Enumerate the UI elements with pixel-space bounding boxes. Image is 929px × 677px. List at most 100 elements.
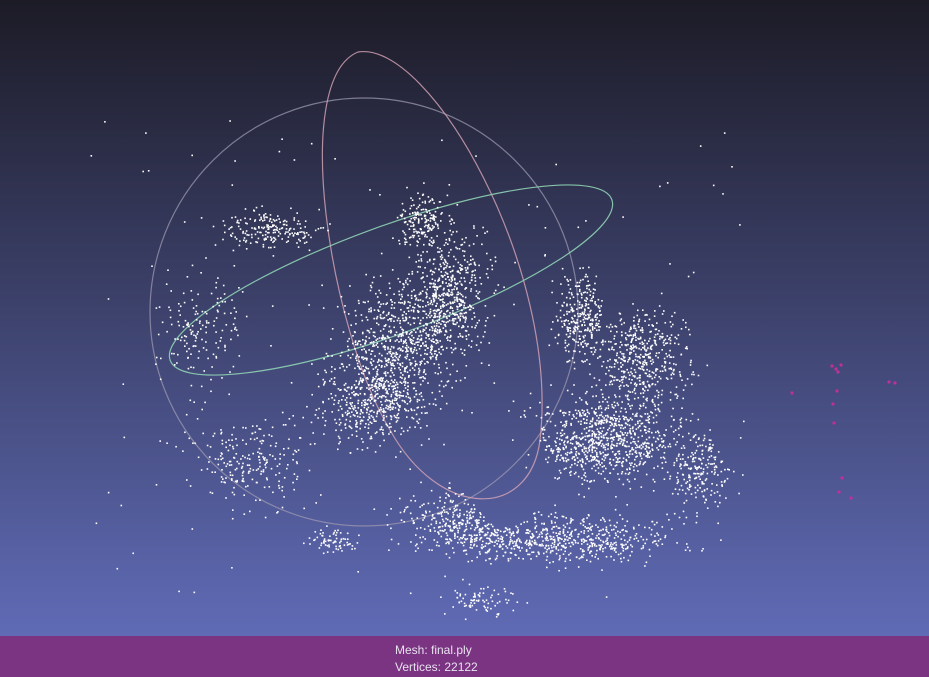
cloud-point <box>578 335 581 337</box>
cloud-point <box>194 345 197 347</box>
cloud-point <box>413 349 415 351</box>
cloud-point <box>634 371 637 374</box>
cloud-point <box>584 342 587 345</box>
cloud-point <box>177 353 179 356</box>
cloud-point <box>489 557 491 560</box>
cloud-point <box>367 419 369 421</box>
cloud-point <box>447 303 449 305</box>
3d-viewport[interactable]: Mesh: final.ply Vertices: 22122 <box>0 0 929 677</box>
cloud-point <box>353 393 355 396</box>
cloud-point <box>434 316 437 318</box>
cloud-point <box>165 283 168 285</box>
cloud-point <box>215 286 217 289</box>
cloud-point <box>554 516 556 518</box>
cloud-point <box>602 528 604 531</box>
cloud-point <box>552 536 555 538</box>
cloud-point <box>465 365 468 367</box>
cloud-point <box>247 472 250 474</box>
cloud-point <box>433 363 436 365</box>
cloud-point <box>686 378 689 380</box>
cloud-point <box>454 347 456 350</box>
cloud-point <box>234 216 237 218</box>
cloud-point <box>570 422 572 425</box>
cloud-point <box>629 427 632 430</box>
cloud-point <box>263 486 266 489</box>
cloud-point <box>364 399 366 401</box>
cloud-point <box>599 548 601 551</box>
cloud-point <box>630 436 633 439</box>
cloud-point <box>390 395 392 398</box>
cloud-point <box>569 297 571 300</box>
cloud-point <box>646 368 648 371</box>
cloud-point <box>442 530 445 532</box>
cloud-point <box>594 302 596 305</box>
cloud-point <box>276 229 279 232</box>
cloud-point <box>402 342 405 345</box>
cloud-point <box>429 302 432 305</box>
cloud-point <box>436 322 438 325</box>
cloud-point <box>433 527 436 529</box>
cloud-point <box>453 288 455 291</box>
cloud-point <box>586 298 589 300</box>
cloud-point <box>395 399 397 401</box>
cloud-point <box>573 361 576 364</box>
cloud-point <box>627 420 629 422</box>
cloud-point <box>440 274 443 277</box>
cloud-point <box>538 544 541 547</box>
cloud-point <box>388 433 390 435</box>
cloud-point <box>439 496 441 499</box>
cloud-point <box>649 337 651 340</box>
cloud-point <box>570 535 573 537</box>
cloud-point <box>594 450 597 452</box>
cloud-point <box>663 357 666 360</box>
cloud-point <box>689 420 692 422</box>
cloud-point <box>438 384 441 387</box>
cloud-point <box>566 303 568 306</box>
cloud-point <box>442 294 445 297</box>
cloud-point <box>575 322 577 325</box>
cloud-point <box>445 532 448 534</box>
cloud-point <box>583 447 586 450</box>
cloud-point <box>416 527 418 530</box>
cloud-point <box>385 360 387 362</box>
cloud-point <box>547 539 549 542</box>
cloud-point <box>491 268 494 271</box>
cloud-point <box>407 382 409 384</box>
cloud-point <box>399 381 402 383</box>
cloud-point <box>378 382 380 384</box>
cloud-point <box>604 546 607 549</box>
cloud-point <box>534 521 537 524</box>
cloud-point <box>203 370 205 372</box>
cloud-point <box>619 388 621 390</box>
cloud-point <box>356 359 358 362</box>
cloud-point <box>663 344 665 346</box>
cloud-point <box>643 345 646 347</box>
cloud-point <box>668 362 671 364</box>
point-cloud-scene[interactable] <box>0 0 929 677</box>
cloud-point <box>624 548 627 550</box>
cloud-point <box>431 329 434 332</box>
cloud-point <box>365 316 368 319</box>
cloud-point <box>409 369 411 372</box>
cloud-point <box>464 529 467 531</box>
cloud-point <box>373 341 375 343</box>
cloud-point <box>209 491 212 494</box>
cloud-point <box>603 419 606 421</box>
cloud-point <box>398 347 401 349</box>
cloud-point <box>623 437 626 439</box>
cloud-point <box>221 469 223 471</box>
cloud-point <box>603 465 605 467</box>
cloud-point <box>475 290 478 292</box>
cloud-point <box>389 422 391 425</box>
cloud-point <box>436 541 439 543</box>
cloud-point <box>376 315 379 318</box>
cloud-point <box>559 432 562 434</box>
cloud-point <box>426 288 428 291</box>
cloud-point <box>582 341 584 343</box>
cloud-point <box>564 526 567 528</box>
cloud-point <box>392 315 395 317</box>
cloud-point <box>621 334 623 336</box>
cloud-point <box>555 532 557 534</box>
cloud-point <box>589 290 592 293</box>
cloud-point <box>198 322 201 324</box>
